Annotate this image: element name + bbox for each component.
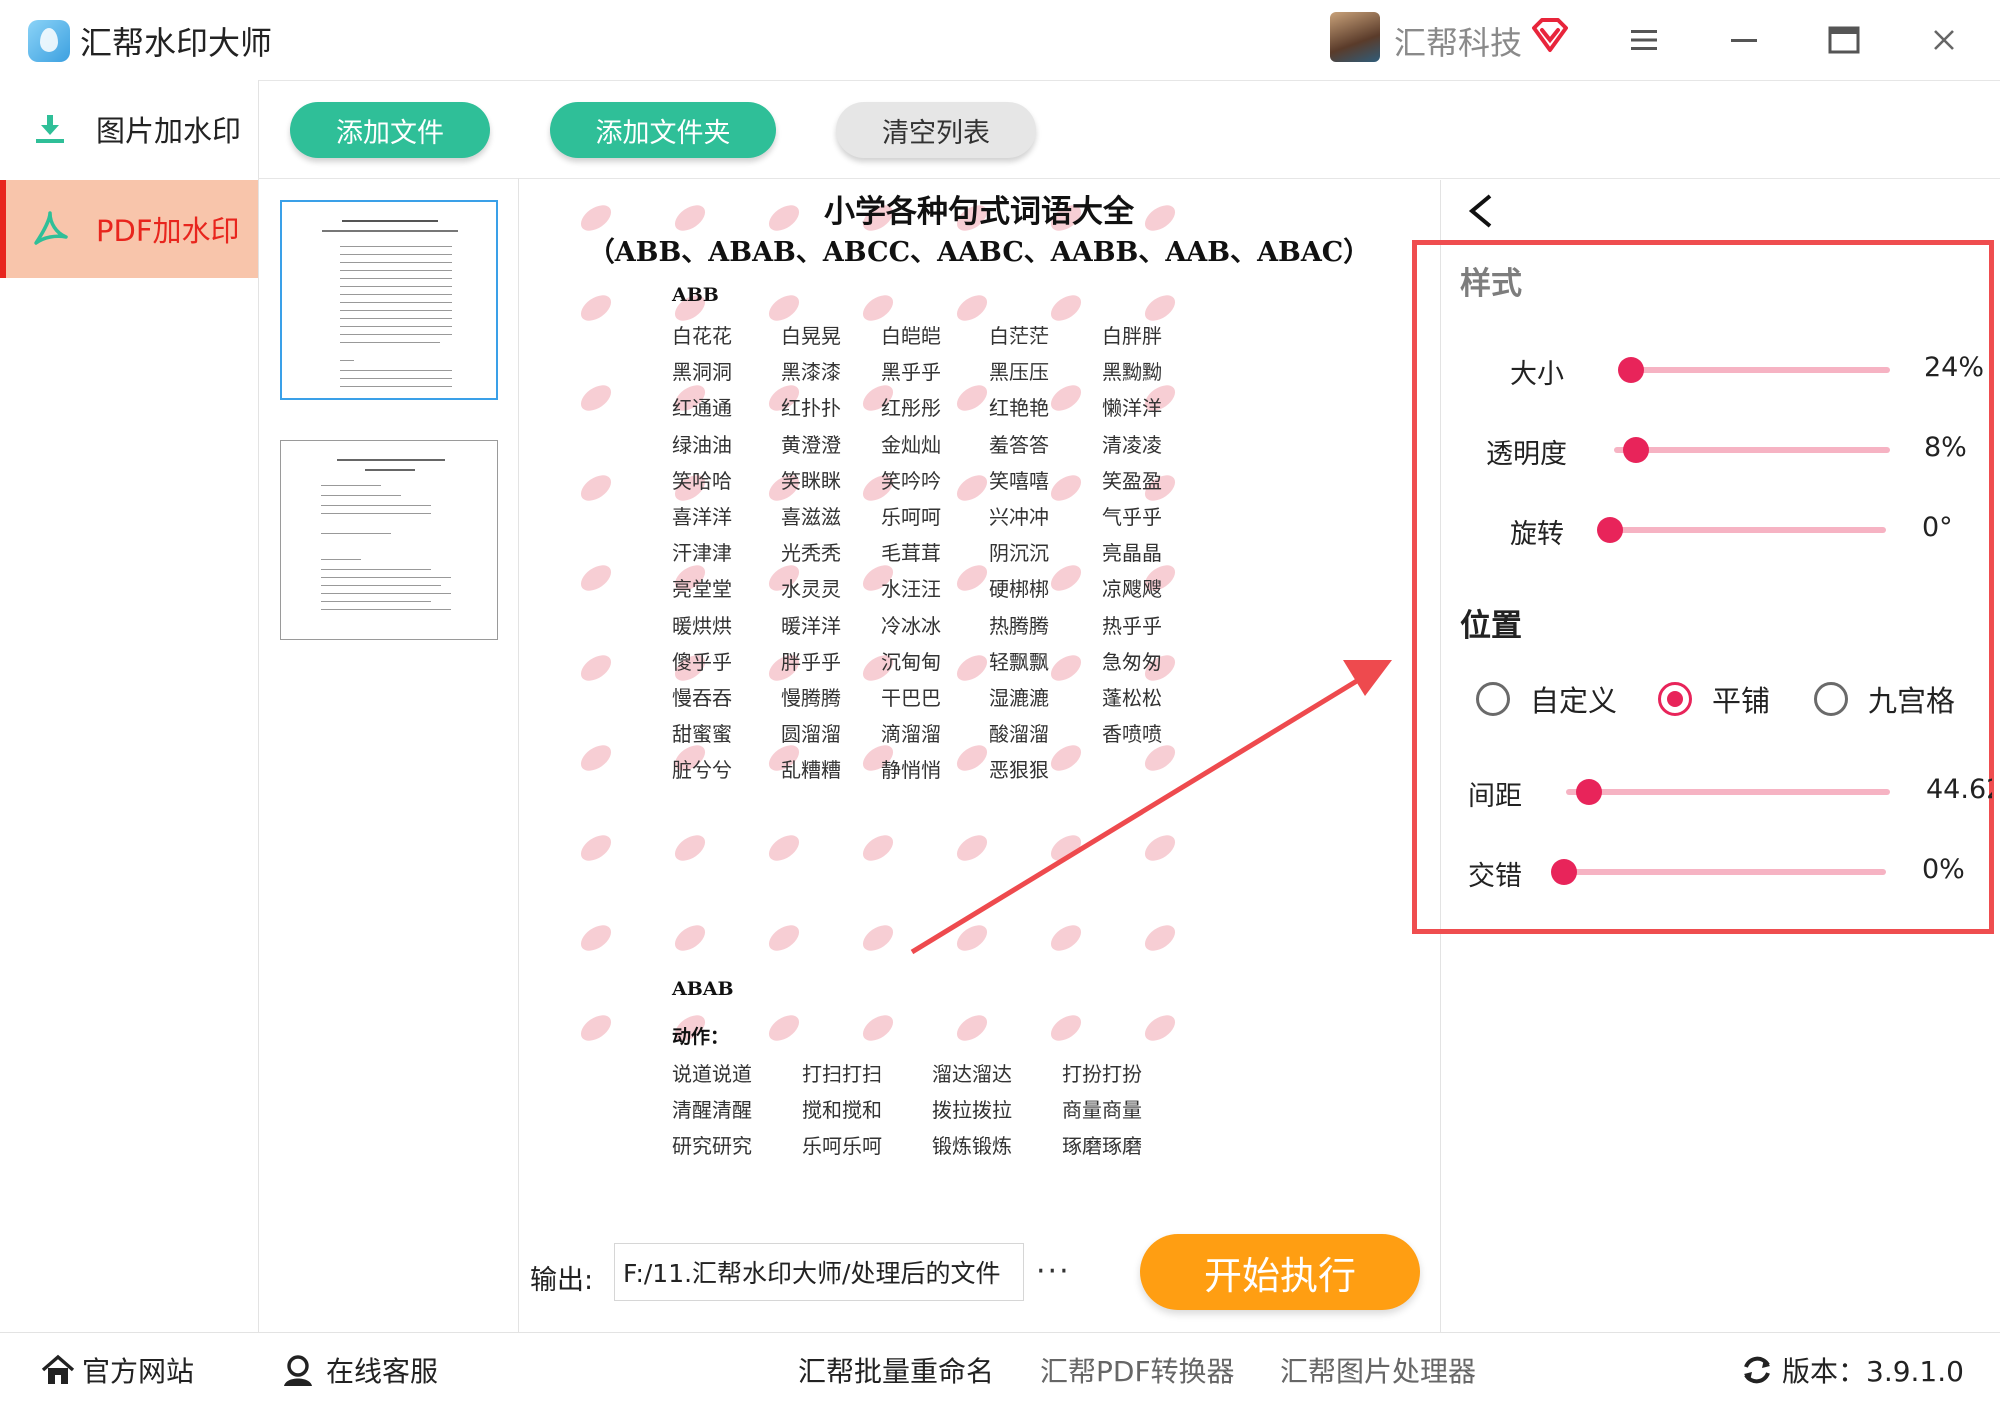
hamburger-menu-icon: [1631, 30, 1657, 50]
online-service-link[interactable]: 在线客服: [280, 1350, 438, 1390]
document-preview: 小学各种句式词语大全 （ABB、ABAB、ABCC、AABC、AABB、AAB、…: [519, 180, 1439, 1220]
rotation-slider[interactable]: [1597, 517, 1886, 543]
user-avatar[interactable]: [1330, 12, 1380, 62]
left-navigation: 图片加水印 PDF加水印: [0, 80, 259, 1332]
batch-rename-link[interactable]: 汇帮批量重命名: [798, 1350, 994, 1390]
size-slider[interactable]: [1617, 357, 1890, 383]
radio-nine-grid[interactable]: 九宫格: [1814, 678, 1955, 720]
radio-tile-circle[interactable]: [1658, 682, 1692, 716]
size-label: 大小: [1510, 359, 1564, 390]
browse-output-button[interactable]: ···: [1036, 1254, 1071, 1289]
add-folder-button[interactable]: 添加文件夹: [550, 102, 776, 158]
version-label: 版本：3.9.1.0: [1782, 1355, 1964, 1388]
app-title: 汇帮水印大师: [80, 24, 273, 62]
spacing-slider-knob[interactable]: [1575, 779, 1602, 805]
rotation-label: 旋转: [1510, 519, 1564, 550]
annotation-arrow: [910, 660, 1392, 955]
radio-tile[interactable]: 平铺: [1658, 678, 1770, 720]
minimize-button[interactable]: [1722, 18, 1766, 62]
spacing-slider[interactable]: [1566, 779, 1890, 805]
home-icon: [41, 1354, 75, 1384]
refresh-icon: [1744, 1356, 1770, 1384]
opacity-value: 8%: [1924, 432, 1967, 463]
nav-pdf-watermark[interactable]: PDF加水印: [0, 180, 258, 278]
size-slider-knob[interactable]: [1617, 357, 1644, 383]
radio-tile-label: 平铺: [1712, 684, 1771, 718]
style-section-title: 样式: [1460, 266, 1522, 302]
image-processor-link[interactable]: 汇帮图片处理器: [1280, 1350, 1476, 1390]
maximize-button[interactable]: [1822, 18, 1866, 62]
pdf-acrobat-icon: [34, 211, 68, 245]
maximize-icon: [1828, 26, 1860, 54]
brand-name: 汇帮科技: [1394, 24, 1523, 62]
menu-button[interactable]: [1622, 18, 1666, 62]
close-button[interactable]: [1922, 18, 1966, 62]
online-service-label: 在线客服: [326, 1355, 439, 1388]
customer-service-icon: [284, 1355, 312, 1386]
official-site-label: 官方网站: [82, 1355, 195, 1388]
opacity-label: 透明度: [1486, 439, 1567, 470]
upload-stamp-icon: [36, 115, 64, 143]
stagger-label: 交错: [1468, 861, 1522, 892]
toolbar-divider: [258, 178, 2000, 179]
page-thumbnail-1[interactable]: [280, 200, 498, 400]
size-value: 24%: [1924, 352, 1985, 383]
close-icon: [1934, 30, 1954, 50]
radio-custom[interactable]: 自定义: [1476, 678, 1617, 720]
radio-custom-label: 自定义: [1530, 684, 1618, 718]
output-label: 输出:: [530, 1265, 594, 1296]
position-section-title: 位置: [1460, 608, 1522, 644]
vip-diamond-icon[interactable]: [1530, 16, 1570, 56]
spacing-label: 间距: [1468, 781, 1522, 812]
nav-image-watermark-label: 图片加水印: [96, 114, 242, 148]
settings-highlight-box: [1412, 240, 1994, 934]
title-bar: [0, 0, 2000, 81]
version-info[interactable]: 版本：3.9.1.0: [1740, 1350, 1964, 1390]
spacing-value: 44.62: [1926, 774, 1992, 805]
nav-pdf-watermark-label: PDF加水印: [96, 214, 240, 248]
output-path-input[interactable]: [614, 1243, 1024, 1301]
official-site-link[interactable]: 官方网站: [40, 1350, 194, 1390]
opacity-slider[interactable]: [1614, 437, 1890, 463]
stagger-value: 0%: [1922, 854, 1965, 885]
page-thumbnail-2[interactable]: [280, 440, 498, 640]
minimize-icon: [1731, 39, 1757, 42]
rotation-value: 0°: [1922, 512, 1953, 543]
clear-list-button[interactable]: 清空列表: [836, 102, 1036, 158]
stagger-slider[interactable]: [1551, 859, 1886, 885]
radio-custom-circle[interactable]: [1476, 682, 1510, 716]
collapse-panel-chevron-icon[interactable]: [1460, 186, 1500, 236]
add-file-button[interactable]: 添加文件: [290, 102, 490, 158]
start-execute-button[interactable]: 开始执行: [1140, 1234, 1420, 1310]
radio-nine-grid-circle[interactable]: [1814, 682, 1848, 716]
app-logo-icon: [28, 20, 70, 62]
pdf-converter-link[interactable]: 汇帮PDF转换器: [1040, 1350, 1235, 1390]
rotation-slider-knob[interactable]: [1597, 517, 1623, 543]
opacity-slider-knob[interactable]: [1623, 437, 1650, 463]
nav-image-watermark[interactable]: 图片加水印: [0, 80, 258, 178]
radio-nine-grid-label: 九宫格: [1868, 684, 1956, 718]
stagger-slider-knob[interactable]: [1551, 859, 1577, 885]
